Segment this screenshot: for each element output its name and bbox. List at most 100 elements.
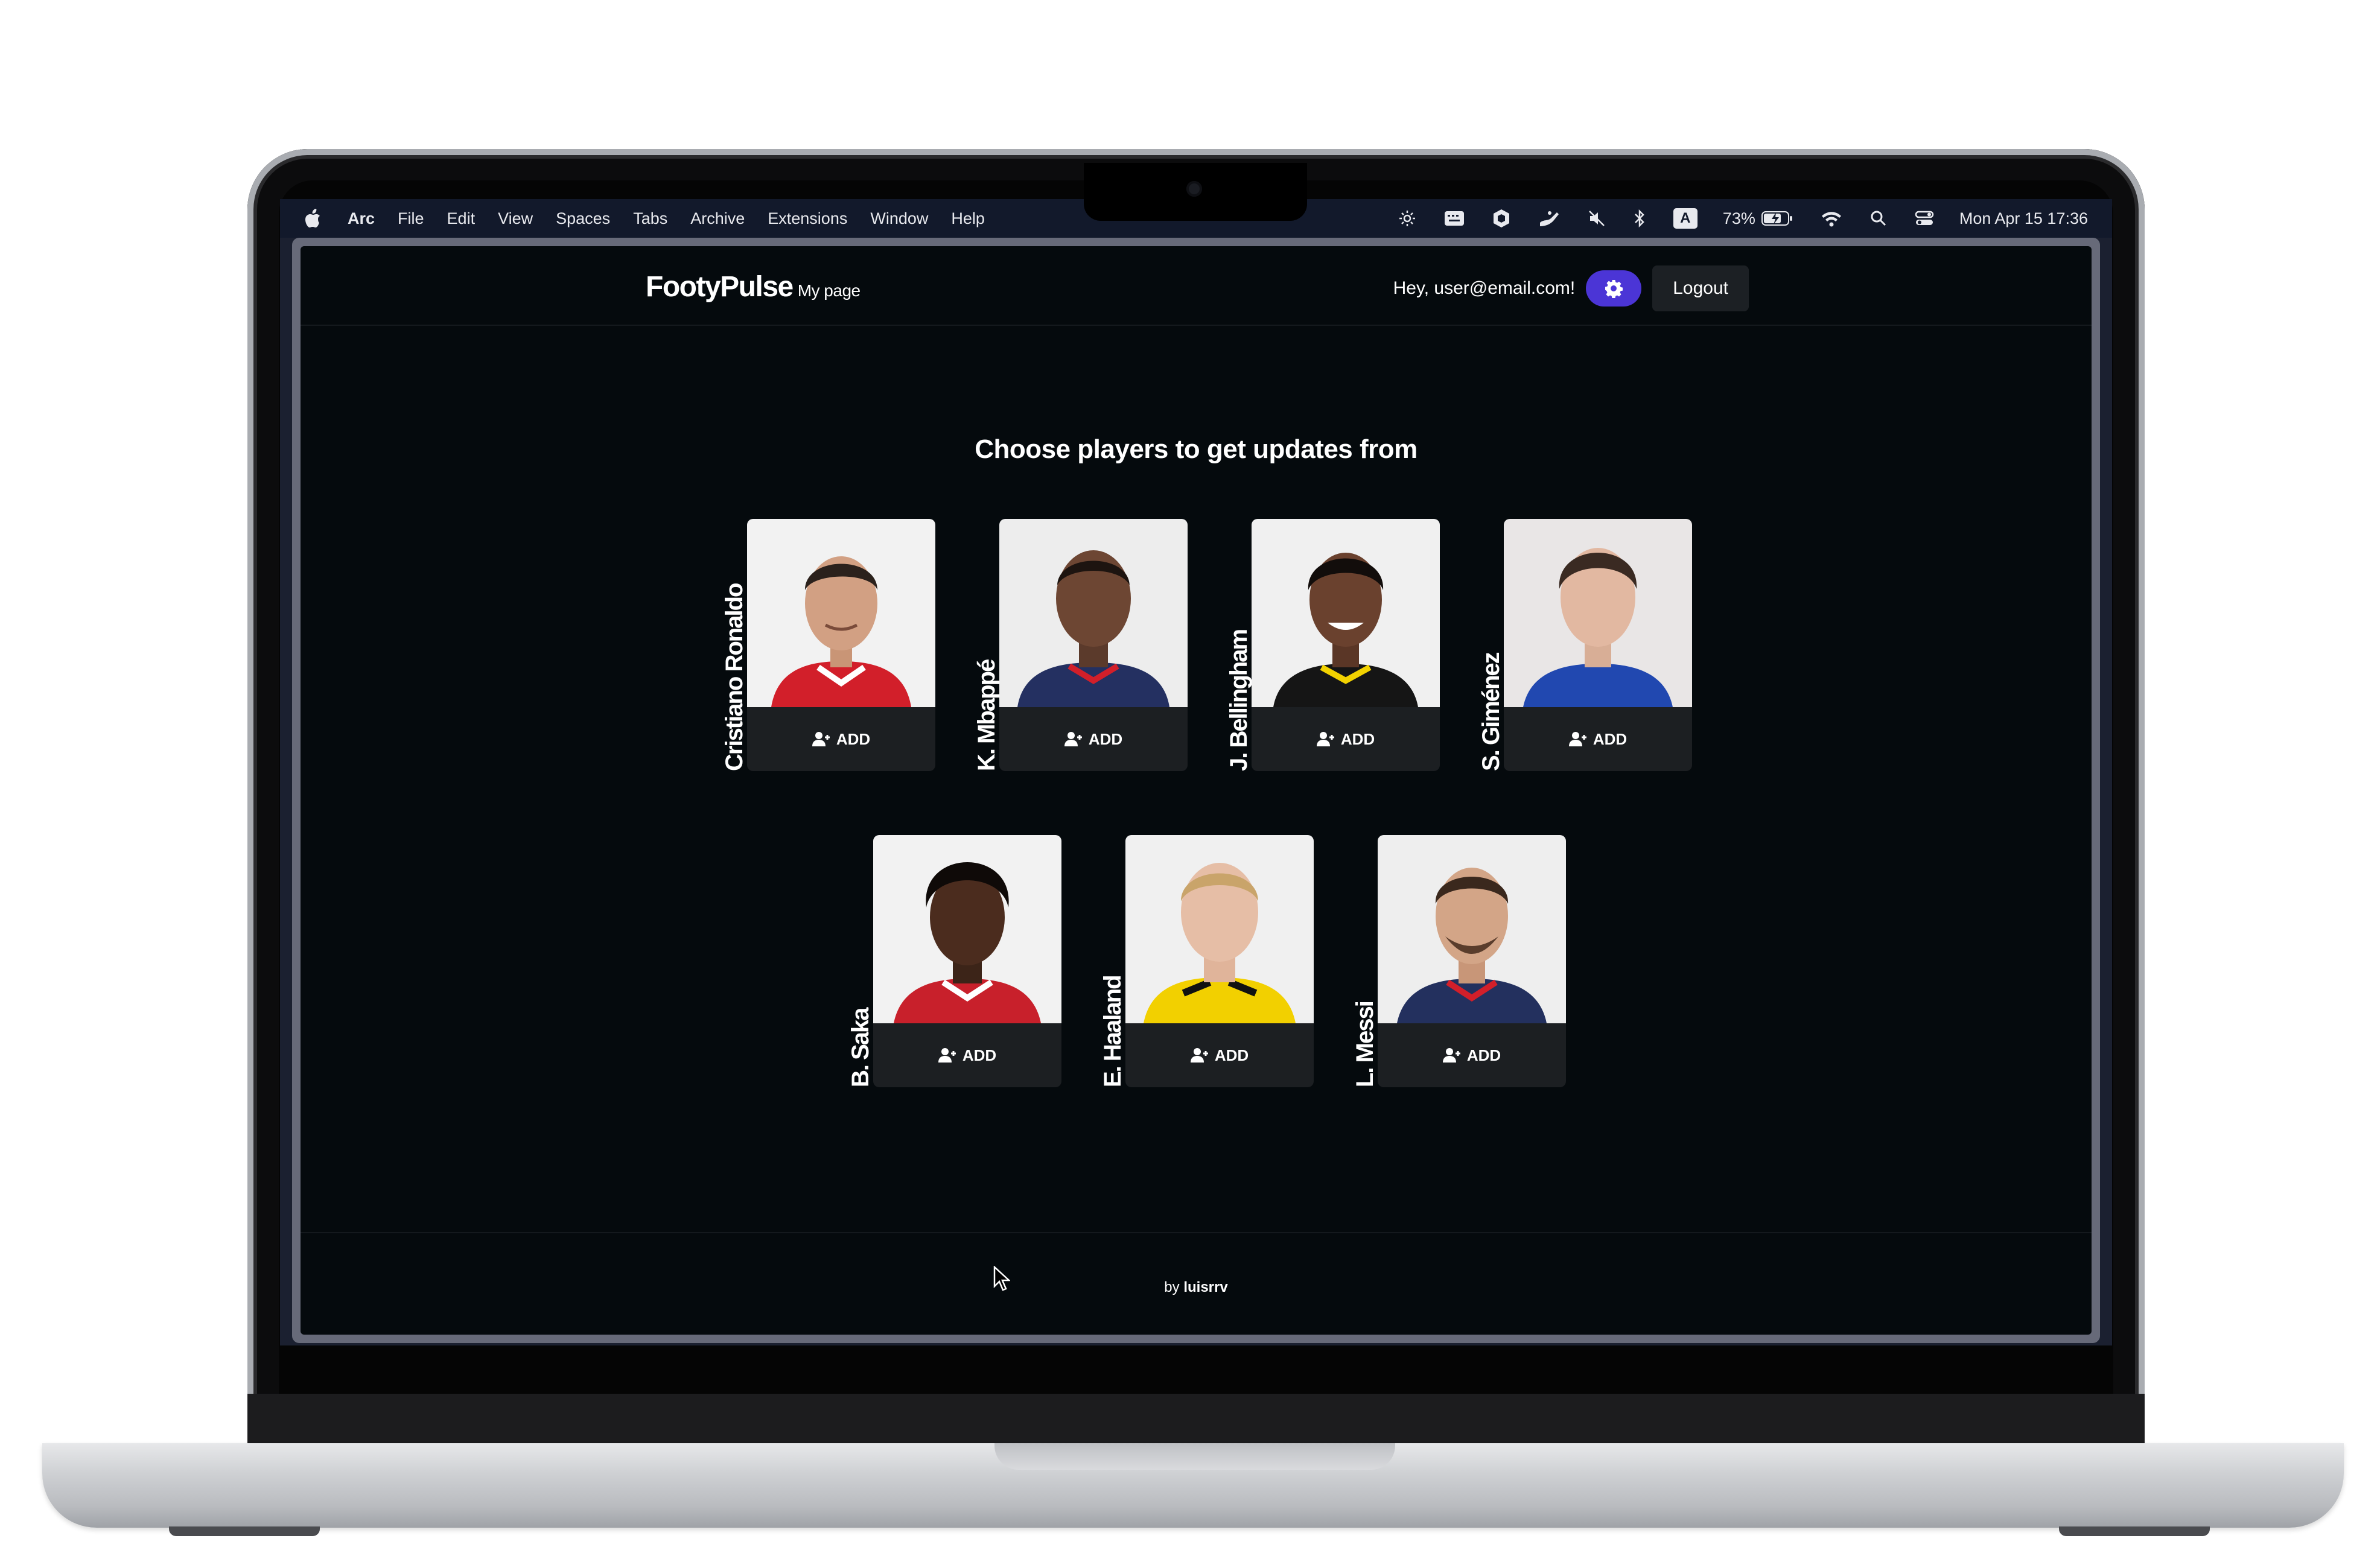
- hand-icon[interactable]: [1538, 209, 1560, 227]
- cube-icon[interactable]: [1492, 209, 1510, 228]
- player-name: J. Bellingham: [1226, 629, 1252, 771]
- player-card: S. Giménez ADD: [1478, 519, 1692, 771]
- add-label: ADD: [1466, 1046, 1501, 1064]
- spotlight-icon[interactable]: [1870, 210, 1887, 227]
- footer-author-link[interactable]: luisrrv: [1183, 1279, 1227, 1295]
- add-user-icon: [938, 1048, 956, 1063]
- add-label: ADD: [962, 1046, 997, 1064]
- player-photo: [1125, 835, 1314, 1023]
- add-player-button[interactable]: ADD: [1252, 707, 1440, 771]
- player-name-vertical: Cristiano Ronaldo: [721, 519, 748, 771]
- menu-spaces[interactable]: Spaces: [556, 209, 610, 228]
- add-user-icon: [1316, 732, 1334, 746]
- logout-button[interactable]: Logout: [1652, 265, 1749, 311]
- keyboard-icon[interactable]: [1444, 211, 1465, 226]
- battery-percent: 73%: [1722, 209, 1755, 227]
- gear-icon: [1605, 280, 1623, 298]
- settings-button[interactable]: [1586, 270, 1642, 307]
- player-card: E. Haaland ADD: [1099, 835, 1314, 1087]
- battery-icon[interactable]: [1761, 210, 1793, 227]
- wifi-icon[interactable]: [1821, 210, 1842, 227]
- menu-help[interactable]: Help: [951, 209, 985, 228]
- brightness-icon[interactable]: [1398, 209, 1416, 227]
- player-name: S. Giménez: [1478, 653, 1504, 771]
- input-source-icon[interactable]: A: [1673, 208, 1698, 229]
- menu-clock[interactable]: Mon Apr 15 17:36: [1959, 209, 2088, 228]
- add-player-button[interactable]: ADD: [873, 1023, 1061, 1087]
- mouse-cursor-icon: [993, 1266, 1010, 1291]
- browser-window: FootyPulse My page Hey, user@email.com! …: [292, 238, 2100, 1343]
- web-page: FootyPulse My page Hey, user@email.com! …: [301, 246, 2092, 1335]
- laptop-hinge: [247, 1394, 2145, 1448]
- brand-name: FootyPulse: [646, 271, 794, 303]
- add-player-button[interactable]: ADD: [999, 707, 1188, 771]
- menu-tabs[interactable]: Tabs: [633, 209, 667, 228]
- add-user-icon: [812, 732, 830, 746]
- add-user-icon: [1190, 1048, 1208, 1063]
- player-card: L. Messi ADD: [1352, 835, 1566, 1087]
- player-name-vertical: B. Saka: [847, 835, 874, 1087]
- control-center-icon[interactable]: [1915, 210, 1934, 227]
- player-card: K. Mbappé ADD: [973, 519, 1188, 771]
- add-label: ADD: [1088, 729, 1123, 748]
- menu-app-name[interactable]: Arc: [348, 209, 375, 228]
- player-photo: [1504, 519, 1692, 707]
- add-label: ADD: [1214, 1046, 1249, 1064]
- add-player-button[interactable]: ADD: [1125, 1023, 1314, 1087]
- page-heading: Choose players to get updates from: [975, 434, 1418, 464]
- laptop-base: [42, 1443, 2344, 1528]
- player-name-vertical: S. Giménez: [1478, 519, 1504, 771]
- screen: Arc File Edit View Spaces Tabs Archive E…: [280, 199, 2112, 1345]
- player-photo: [873, 835, 1061, 1023]
- player-card-body: ADD: [999, 519, 1188, 771]
- menu-view[interactable]: View: [498, 209, 533, 228]
- laptop-foot-left: [169, 1526, 320, 1536]
- brand-subtitle: My page: [797, 281, 861, 300]
- app-header: FootyPulse My page Hey, user@email.com! …: [301, 246, 2092, 326]
- player-card-body: ADD: [1252, 519, 1440, 771]
- bluetooth-icon[interactable]: [1634, 209, 1646, 228]
- player-name: B. Saka: [847, 1008, 874, 1087]
- add-player-button[interactable]: ADD: [747, 707, 935, 771]
- player-name: Cristiano Ronaldo: [721, 583, 748, 771]
- player-card-body: ADD: [873, 835, 1061, 1087]
- player-card-body: ADD: [1504, 519, 1692, 771]
- header-actions: Hey, user@email.com! Logout: [1393, 265, 1749, 311]
- menu-window[interactable]: Window: [870, 209, 928, 228]
- user-greeting: Hey, user@email.com!: [1393, 278, 1576, 298]
- laptop-foot-right: [2059, 1526, 2210, 1536]
- add-label: ADD: [1592, 729, 1628, 748]
- player-card: J. Bellingham ADD: [1226, 519, 1440, 771]
- add-player-button[interactable]: ADD: [1504, 707, 1692, 771]
- mute-icon[interactable]: [1588, 209, 1606, 227]
- trackpad-notch: [994, 1443, 1395, 1470]
- player-name-vertical: E. Haaland: [1099, 835, 1126, 1087]
- player-name-vertical: J. Bellingham: [1226, 519, 1252, 771]
- menu-file[interactable]: File: [398, 209, 424, 228]
- add-user-icon: [1064, 732, 1082, 746]
- player-name: E. Haaland: [1099, 976, 1126, 1087]
- add-player-button[interactable]: ADD: [1378, 1023, 1566, 1087]
- camera-icon: [1186, 181, 1202, 197]
- menu-extensions[interactable]: Extensions: [768, 209, 847, 228]
- camera-notch: [1084, 163, 1307, 221]
- player-name: L. Messi: [1352, 1002, 1378, 1087]
- player-card-body: ADD: [747, 519, 935, 771]
- player-name: K. Mbappé: [973, 659, 1000, 771]
- add-user-icon: [1568, 732, 1586, 746]
- menu-edit[interactable]: Edit: [447, 209, 476, 228]
- menu-archive[interactable]: Archive: [690, 209, 745, 228]
- add-label: ADD: [1340, 729, 1375, 748]
- player-card: B. Saka ADD: [847, 835, 1061, 1087]
- player-name-vertical: K. Mbappé: [973, 519, 1000, 771]
- player-photo: [999, 519, 1188, 707]
- apple-logo-icon[interactable]: [304, 209, 321, 228]
- footer-by: by: [1164, 1279, 1180, 1295]
- footer-credit: by luisrrv: [301, 1279, 2092, 1296]
- player-photo: [1378, 835, 1566, 1023]
- brand[interactable]: FootyPulse My page: [646, 270, 861, 303]
- player-card-body: ADD: [1125, 835, 1314, 1087]
- player-card-body: ADD: [1378, 835, 1566, 1087]
- page-footer: by luisrrv: [301, 1232, 2092, 1335]
- player-name-vertical: L. Messi: [1352, 835, 1378, 1087]
